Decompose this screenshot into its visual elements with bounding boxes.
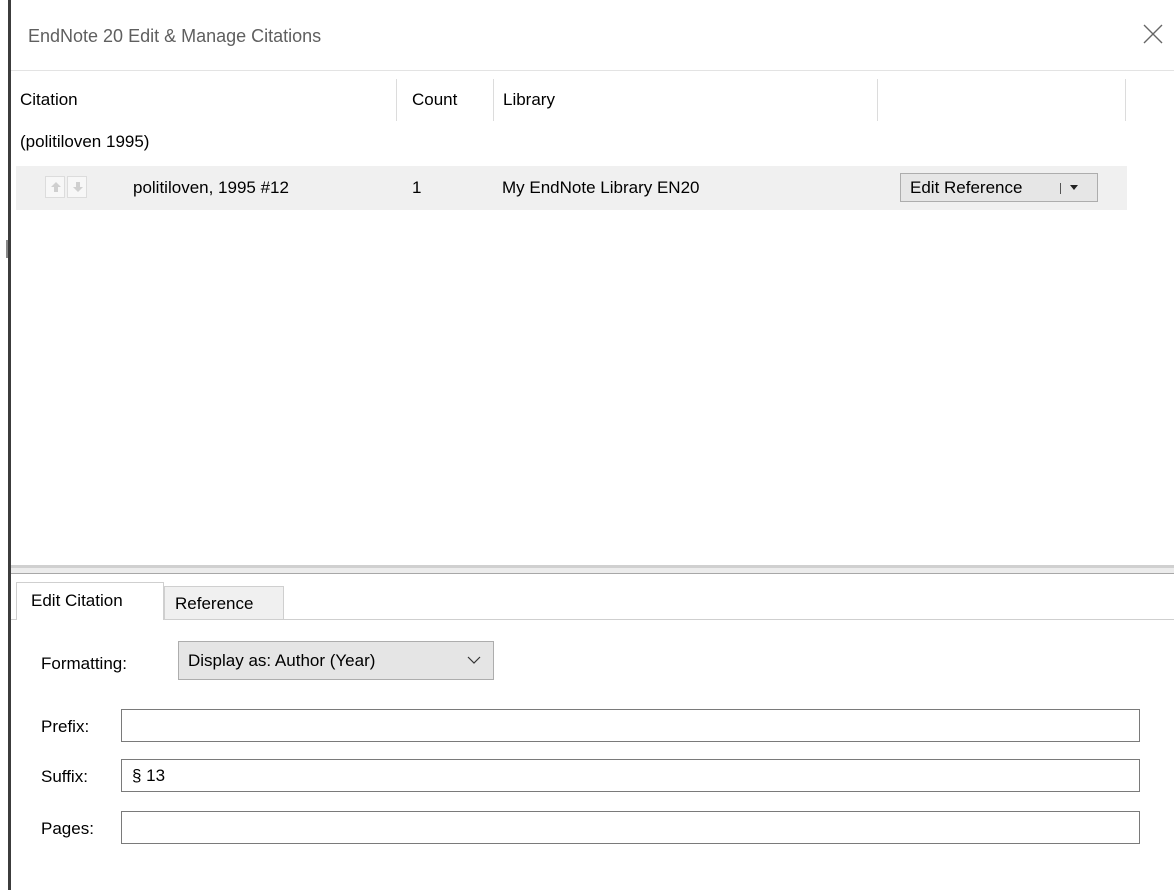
- chevron-down-icon: [467, 656, 481, 664]
- tab-edit-citation[interactable]: Edit Citation: [16, 582, 164, 620]
- prefix-field[interactable]: [121, 709, 1140, 742]
- tab-strip-border: [11, 619, 1174, 620]
- column-divider[interactable]: [1125, 79, 1126, 121]
- arrow-down-icon: [73, 182, 83, 192]
- suffix-label: Suffix:: [41, 767, 88, 786]
- formatting-label: Formatting:: [41, 654, 127, 673]
- citation-group-label[interactable]: (politiloven 1995): [20, 132, 149, 152]
- formatting-value: Display as: Author (Year): [188, 651, 376, 670]
- tab-reference-label: Reference: [175, 594, 254, 613]
- citation-text: politiloven, 1995 #12: [133, 178, 289, 197]
- window-edge-mark: [6, 240, 8, 258]
- column-divider[interactable]: [396, 79, 397, 121]
- move-down-button[interactable]: [67, 176, 87, 198]
- title-bar: EndNote 20 Edit & Manage Citations: [11, 0, 1174, 70]
- pages-field[interactable]: [121, 811, 1140, 844]
- column-divider[interactable]: [877, 79, 878, 121]
- tab-edit-citation-label: Edit Citation: [31, 591, 123, 610]
- column-header-library[interactable]: Library: [503, 79, 555, 121]
- suffix-field[interactable]: § 13: [121, 759, 1140, 792]
- citation-count: 1: [412, 178, 422, 197]
- prefix-label: Prefix:: [41, 717, 90, 736]
- split-divider: [1060, 183, 1061, 194]
- arrow-up-icon: [51, 182, 61, 192]
- close-icon[interactable]: [1141, 22, 1165, 46]
- edit-reference-button[interactable]: Edit Reference: [900, 173, 1098, 202]
- formatting-dropdown[interactable]: Display as: Author (Year): [178, 641, 494, 680]
- window-title: EndNote 20 Edit & Manage Citations: [28, 26, 322, 46]
- citation-list-header: Citation Count Library: [11, 79, 1174, 121]
- citation-row[interactable]: politiloven, 1995 #12 1 My EndNote Libra…: [16, 166, 1127, 210]
- pages-label: Pages:: [41, 819, 94, 838]
- move-up-button[interactable]: [45, 176, 65, 198]
- edit-reference-label: Edit Reference: [910, 178, 1023, 197]
- tab-reference[interactable]: Reference: [164, 586, 284, 619]
- citation-detail-panel: Edit Citation Reference Formatting: Disp…: [11, 574, 1174, 890]
- column-header-citation[interactable]: Citation: [20, 79, 78, 121]
- column-divider[interactable]: [493, 79, 494, 121]
- caret-down-icon[interactable]: [1069, 185, 1079, 191]
- citation-list: Citation Count Library (politiloven 1995…: [11, 70, 1174, 566]
- citation-library: My EndNote Library EN20: [502, 178, 700, 197]
- column-header-count[interactable]: Count: [412, 79, 457, 121]
